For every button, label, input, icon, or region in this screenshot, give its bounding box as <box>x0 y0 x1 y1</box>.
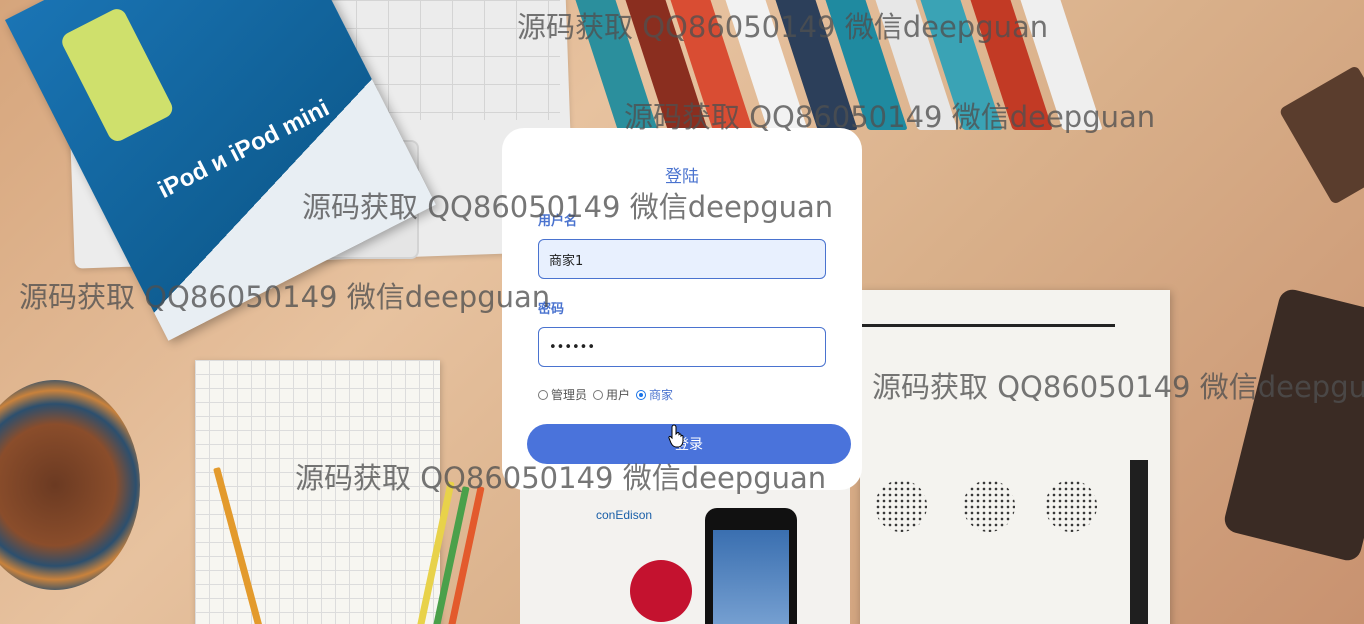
radio-checked-icon[interactable] <box>636 389 647 400</box>
password-label: 密码 <box>538 302 565 317</box>
radio-icon[interactable] <box>593 389 604 400</box>
role-label: 用户 <box>606 388 631 402</box>
role-option-admin[interactable]: 管理员 <box>538 386 587 403</box>
tablet-device <box>1221 286 1364 564</box>
lg-logo <box>630 560 692 622</box>
conedison-logo: conEdison <box>596 508 653 522</box>
role-option-user[interactable]: 用户 <box>593 386 630 403</box>
book-stack <box>572 0 1145 140</box>
hand-cursor-icon <box>668 424 684 448</box>
speaker-object <box>1278 64 1364 206</box>
login-title: 登陆 <box>665 167 699 187</box>
login-button[interactable]: 登录 <box>527 424 851 464</box>
role-option-merchant[interactable]: 商家 <box>636 386 673 403</box>
username-label: 用户名 <box>538 214 578 229</box>
crochet-doily <box>0 380 140 590</box>
role-label: 管理员 <box>551 388 588 402</box>
smartphone <box>705 508 797 624</box>
role-selector: 管理员 用户 商家 <box>538 386 679 403</box>
password-input[interactable] <box>538 327 826 367</box>
open-magazine <box>860 290 1170 624</box>
radio-icon[interactable] <box>538 389 548 400</box>
ipod-device-image <box>58 5 176 145</box>
binder-clip <box>1130 460 1148 624</box>
ipod-brochure-title: iPod и iPod mini <box>153 94 334 204</box>
graph-notebook <box>195 360 440 624</box>
username-input[interactable] <box>538 239 826 279</box>
role-label: 商家 <box>649 388 674 402</box>
